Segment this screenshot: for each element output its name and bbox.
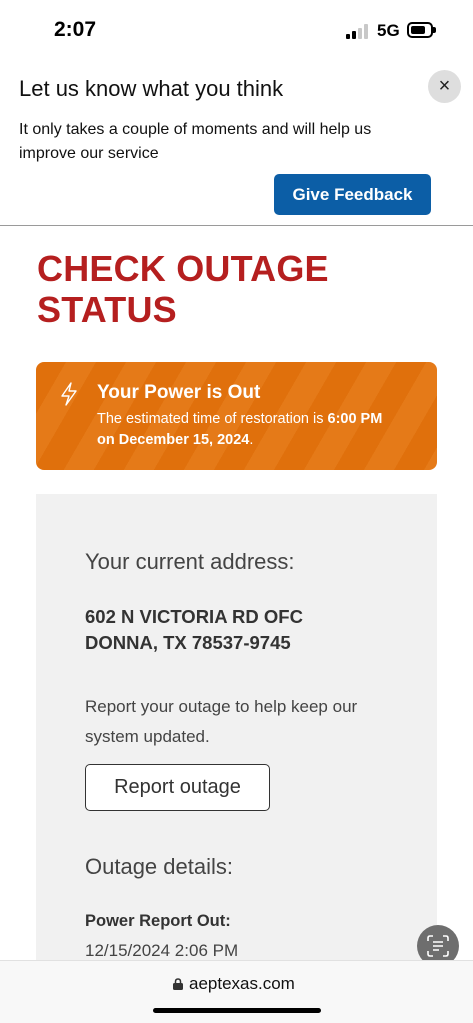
browser-url-bar[interactable]: aeptexas.com	[0, 960, 473, 1023]
feedback-title: Let us know what you think	[19, 76, 284, 101]
alert-title: Your Power is Out	[97, 382, 261, 403]
feedback-banner: Let us know what you think It only takes…	[0, 62, 473, 226]
outage-details-label: Outage details:	[85, 854, 233, 879]
feedback-text: It only takes a couple of moments and wi…	[19, 121, 372, 162]
close-icon[interactable]: ×	[428, 70, 461, 103]
battery-icon	[407, 22, 436, 38]
power-report-value: 12/15/2024 2:06 PM	[85, 941, 239, 960]
give-feedback-button[interactable]: Give Feedback	[274, 174, 431, 215]
report-outage-button[interactable]: Report outage	[85, 764, 270, 811]
url-text: aeptexas.com	[189, 974, 295, 993]
outage-card: Your current address: 602 N VICTORIA RD …	[36, 494, 437, 1023]
alert-text-suffix: .	[249, 432, 254, 448]
lightning-bolt-icon	[61, 382, 77, 406]
report-text: Report your outage to help keep our syst…	[85, 697, 358, 746]
address-label: Your current address:	[85, 549, 295, 574]
page-title: CHECK OUTAGE STATUS	[37, 248, 397, 330]
alert-text: The estimated time of restoration is 6:0…	[97, 409, 427, 451]
power-out-alert: Your Power is Out The estimated time of …	[36, 362, 437, 470]
restoration-time: 6:00 PM	[327, 411, 383, 427]
clock: 2:07	[54, 18, 97, 41]
lock-icon	[173, 978, 183, 990]
page-title-line2: STATUS	[37, 289, 177, 330]
network-type: 5G	[377, 21, 400, 40]
restoration-date: on December 15, 2024	[97, 432, 250, 448]
address-line1: 602 N VICTORIA RD OFC	[85, 606, 303, 627]
page-title-line1: CHECK OUTAGE	[37, 248, 329, 289]
home-indicator	[153, 1008, 321, 1013]
address-line2: DONNA, TX 78537-9745	[85, 632, 291, 653]
status-bar: 2:07 5G	[0, 0, 473, 62]
power-report-label: Power Report Out:	[85, 912, 231, 930]
scan-text-icon	[427, 935, 449, 957]
page: 2:07 5G Let us know what you think It on…	[0, 0, 473, 1023]
alert-text-prefix: The estimated time of restoration is	[97, 411, 328, 427]
cellular-signal-icon	[346, 24, 370, 39]
